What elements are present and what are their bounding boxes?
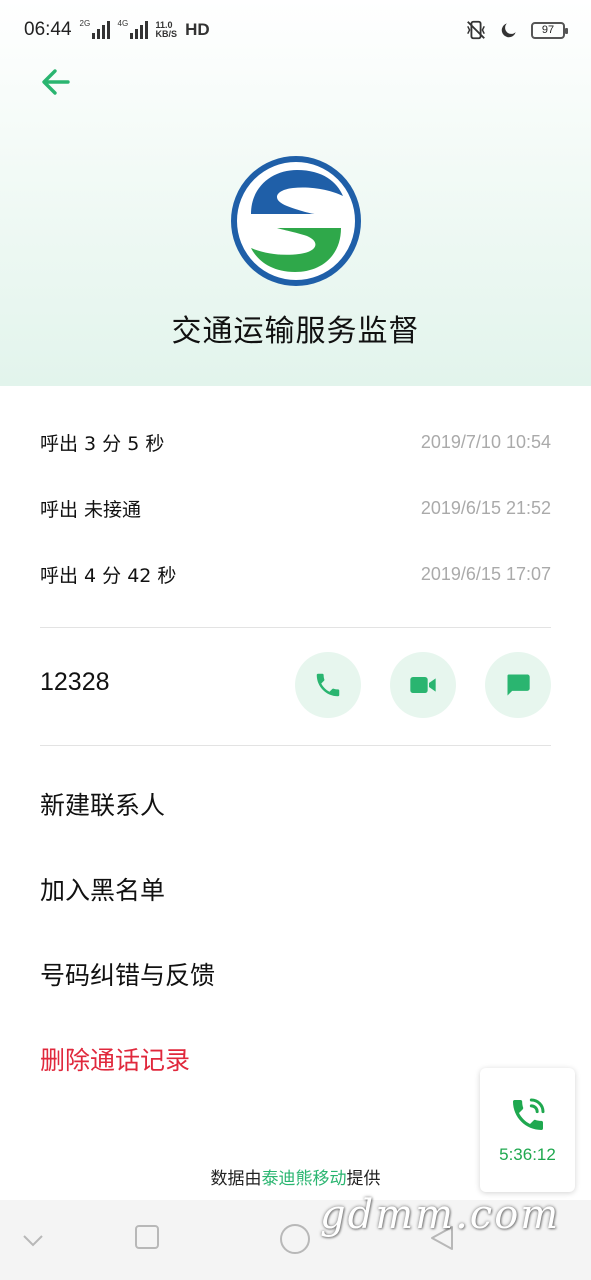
provider-link[interactable]: 泰迪熊移动 bbox=[262, 1169, 347, 1189]
status-bar: 06:44 2G 4G 11.0 KB/S HD 97 bbox=[0, 0, 591, 60]
ongoing-call-bubble[interactable]: 5:36:12 bbox=[480, 1068, 575, 1192]
status-time: 06:44 bbox=[24, 19, 72, 40]
network-speed: 11.0 KB/S bbox=[155, 20, 178, 39]
call-button[interactable] bbox=[295, 652, 361, 718]
call-log-type: 呼出 4 分 42 秒 bbox=[40, 564, 177, 587]
contact-name: 交通运输服务监督 bbox=[171, 314, 420, 349]
divider bbox=[40, 627, 551, 628]
vibrate-off-icon bbox=[467, 20, 485, 40]
call-log-time: 2019/6/15 17:07 bbox=[420, 563, 551, 584]
call-log-time: 2019/7/10 10:54 bbox=[420, 431, 551, 452]
add-to-blacklist-item[interactable]: 加入黑名单 bbox=[40, 871, 165, 907]
sim2-signal-icon: 4G bbox=[118, 19, 148, 39]
call-log-time: 2019/6/15 21:52 bbox=[420, 497, 551, 518]
hd-indicator: HD bbox=[185, 20, 210, 39]
contact-logo bbox=[231, 156, 361, 286]
call-log-item[interactable]: 呼出 未接通 2019/6/15 21:52 bbox=[40, 475, 551, 541]
call-log-item[interactable]: 呼出 3 分 5 秒 2019/7/10 10:54 bbox=[40, 409, 551, 475]
moon-icon bbox=[501, 23, 516, 38]
phone-ringing-icon bbox=[512, 1098, 544, 1130]
video-call-button[interactable] bbox=[390, 652, 456, 718]
call-log-type: 呼出 3 分 5 秒 bbox=[40, 432, 165, 455]
call-duration: 5:36:12 bbox=[499, 1145, 556, 1164]
message-button[interactable] bbox=[485, 652, 551, 718]
phone-number[interactable]: 12328 bbox=[40, 668, 110, 697]
arrow-left-icon bbox=[42, 69, 70, 95]
watermark: gdmm.com bbox=[320, 1192, 561, 1238]
new-contact-item[interactable]: 新建联系人 bbox=[40, 786, 165, 822]
delete-call-log-item[interactable]: 删除通话记录 bbox=[40, 1041, 190, 1077]
chevron-down-icon[interactable] bbox=[20, 1230, 46, 1250]
back-button[interactable] bbox=[36, 62, 76, 102]
call-log-list: 呼出 3 分 5 秒 2019/7/10 10:54 呼出 未接通 2019/6… bbox=[40, 409, 551, 607]
phone-icon bbox=[316, 673, 340, 697]
video-camera-icon bbox=[410, 677, 436, 693]
recent-apps-icon[interactable] bbox=[134, 1224, 160, 1250]
message-bubble-icon bbox=[507, 674, 530, 696]
divider bbox=[40, 745, 551, 746]
call-log-item[interactable]: 呼出 4 分 42 秒 2019/6/15 17:07 bbox=[40, 541, 551, 607]
home-icon[interactable] bbox=[279, 1223, 311, 1255]
sim1-signal-icon: 2G bbox=[80, 19, 110, 39]
number-correction-item[interactable]: 号码纠错与反馈 bbox=[40, 956, 215, 992]
call-log-type: 呼出 未接通 bbox=[40, 498, 142, 521]
battery-icon: 97 bbox=[531, 21, 568, 39]
